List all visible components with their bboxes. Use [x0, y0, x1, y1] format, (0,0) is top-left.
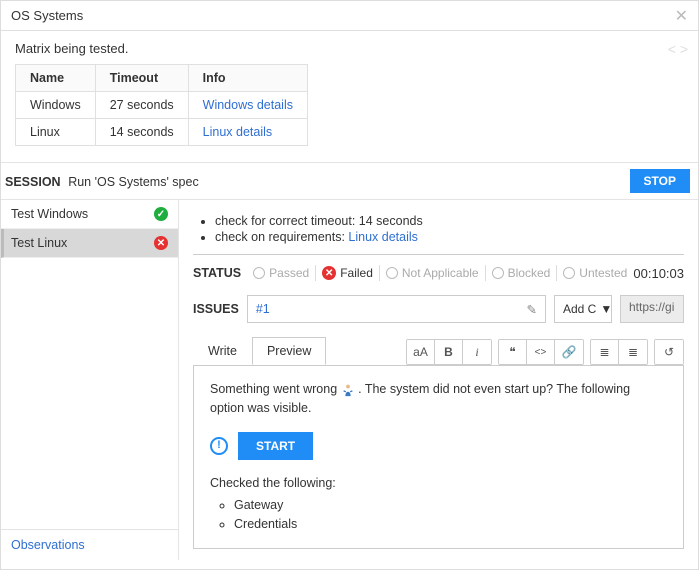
info-link[interactable]: Linux details [203, 125, 273, 139]
status-row: STATUS Passed ✕Failed Not Applicable Blo… [193, 265, 684, 281]
chevron-down-icon: ▼ [600, 302, 612, 316]
quote-button[interactable]: ❝ [499, 340, 527, 364]
status-option-na[interactable]: Not Applicable [386, 266, 479, 280]
preview-paragraph: Something went wrong . The system did no… [210, 380, 667, 418]
title-bar: OS Systems ✕ [1, 1, 698, 31]
undo-button[interactable]: ↺ [655, 340, 683, 364]
session-header: SESSION Run 'OS Systems' spec STOP [1, 162, 698, 200]
tab-write[interactable]: Write [193, 337, 252, 365]
checklist: check for correct timeout: 14 seconds ch… [215, 214, 684, 244]
check-item: check for correct timeout: 14 seconds [215, 214, 684, 228]
cell-timeout: 27 seconds [95, 92, 188, 119]
test-item-label: Test Linux [11, 236, 67, 250]
preview-subheading: Checked the following: [210, 474, 667, 493]
table-row: Windows 27 seconds Windows details [16, 92, 308, 119]
matrix-table: Name Timeout Info Windows 27 seconds Win… [15, 64, 308, 146]
session-description: Run 'OS Systems' spec [68, 175, 199, 189]
fail-icon: ✕ [154, 236, 168, 250]
italic-button[interactable]: i [463, 340, 491, 364]
session-label: SESSION [5, 175, 61, 189]
start-row: ! START [210, 432, 667, 460]
add-dropdown[interactable]: Add C▼ [554, 295, 612, 323]
close-icon[interactable]: ✕ [675, 6, 688, 26]
code-button[interactable]: <> [527, 340, 555, 364]
ul-button[interactable]: ≣ [591, 340, 619, 364]
observations-button[interactable]: Observations [1, 529, 178, 560]
test-list: Test Windows ✓ Test Linux ✕ Observations [1, 200, 179, 560]
info-link[interactable]: Windows details [203, 98, 293, 112]
preview-pane: Something went wrong . The system did no… [193, 366, 684, 549]
issues-label: ISSUES [193, 302, 239, 316]
issues-row: ISSUES #1 ✎ Add C▼ https://gi [193, 295, 684, 323]
status-option-blocked[interactable]: Blocked [492, 266, 551, 280]
divider [193, 254, 684, 255]
cell-timeout: 14 seconds [95, 119, 188, 146]
status-label: STATUS [193, 266, 241, 280]
info-icon: ! [210, 437, 228, 455]
col-info: Info [188, 65, 307, 92]
preview-list-item: Credentials [234, 515, 667, 534]
url-button[interactable]: https://gi [620, 295, 684, 323]
session-body: Test Windows ✓ Test Linux ✕ Observations… [1, 200, 698, 560]
issue-tag[interactable]: #1 [256, 302, 270, 316]
requirements-link[interactable]: Linux details [348, 230, 418, 244]
test-item-linux[interactable]: Test Linux ✕ [1, 229, 178, 258]
ol-button[interactable]: ≣ [619, 340, 647, 364]
matrix-description: Matrix being tested. [15, 41, 684, 56]
bold-button[interactable]: B [435, 340, 463, 364]
editor-toolbar: aA B i ❝ <> 🔗 ≣ ≣ ↺ [400, 339, 684, 365]
check-icon: ✓ [154, 207, 168, 221]
page-title: OS Systems [11, 8, 83, 23]
timer: 00:10:03 [633, 266, 684, 281]
cell-name: Linux [16, 119, 96, 146]
preview-list: Gateway Credentials [234, 496, 667, 534]
status-option-passed[interactable]: Passed [253, 266, 309, 280]
issue-input[interactable]: #1 ✎ [247, 295, 546, 323]
check-item: check on requirements: Linux details [215, 230, 684, 244]
test-detail: check for correct timeout: 14 seconds ch… [179, 200, 698, 560]
code-brackets-icon[interactable]: < > [668, 41, 688, 57]
person-shrug-icon [341, 383, 355, 397]
test-item-windows[interactable]: Test Windows ✓ [1, 200, 178, 229]
start-button[interactable]: START [238, 432, 313, 460]
status-option-untested[interactable]: Untested [563, 266, 627, 280]
col-timeout: Timeout [95, 65, 188, 92]
editor-tabs-row: Write Preview aA B i ❝ <> 🔗 ≣ ≣ [193, 337, 684, 366]
col-name: Name [16, 65, 96, 92]
fail-icon: ✕ [322, 266, 336, 280]
link-button[interactable]: 🔗 [555, 340, 583, 364]
tab-preview[interactable]: Preview [252, 337, 326, 365]
test-item-label: Test Windows [11, 207, 88, 221]
status-option-failed[interactable]: ✕Failed [322, 266, 373, 280]
intro-panel: < > Matrix being tested. Name Timeout In… [1, 31, 698, 146]
preview-list-item: Gateway [234, 496, 667, 515]
table-row: Linux 14 seconds Linux details [16, 119, 308, 146]
case-button[interactable]: aA [407, 340, 435, 364]
stop-button[interactable]: STOP [630, 169, 690, 193]
pencil-icon[interactable]: ✎ [527, 302, 537, 317]
cell-name: Windows [16, 92, 96, 119]
